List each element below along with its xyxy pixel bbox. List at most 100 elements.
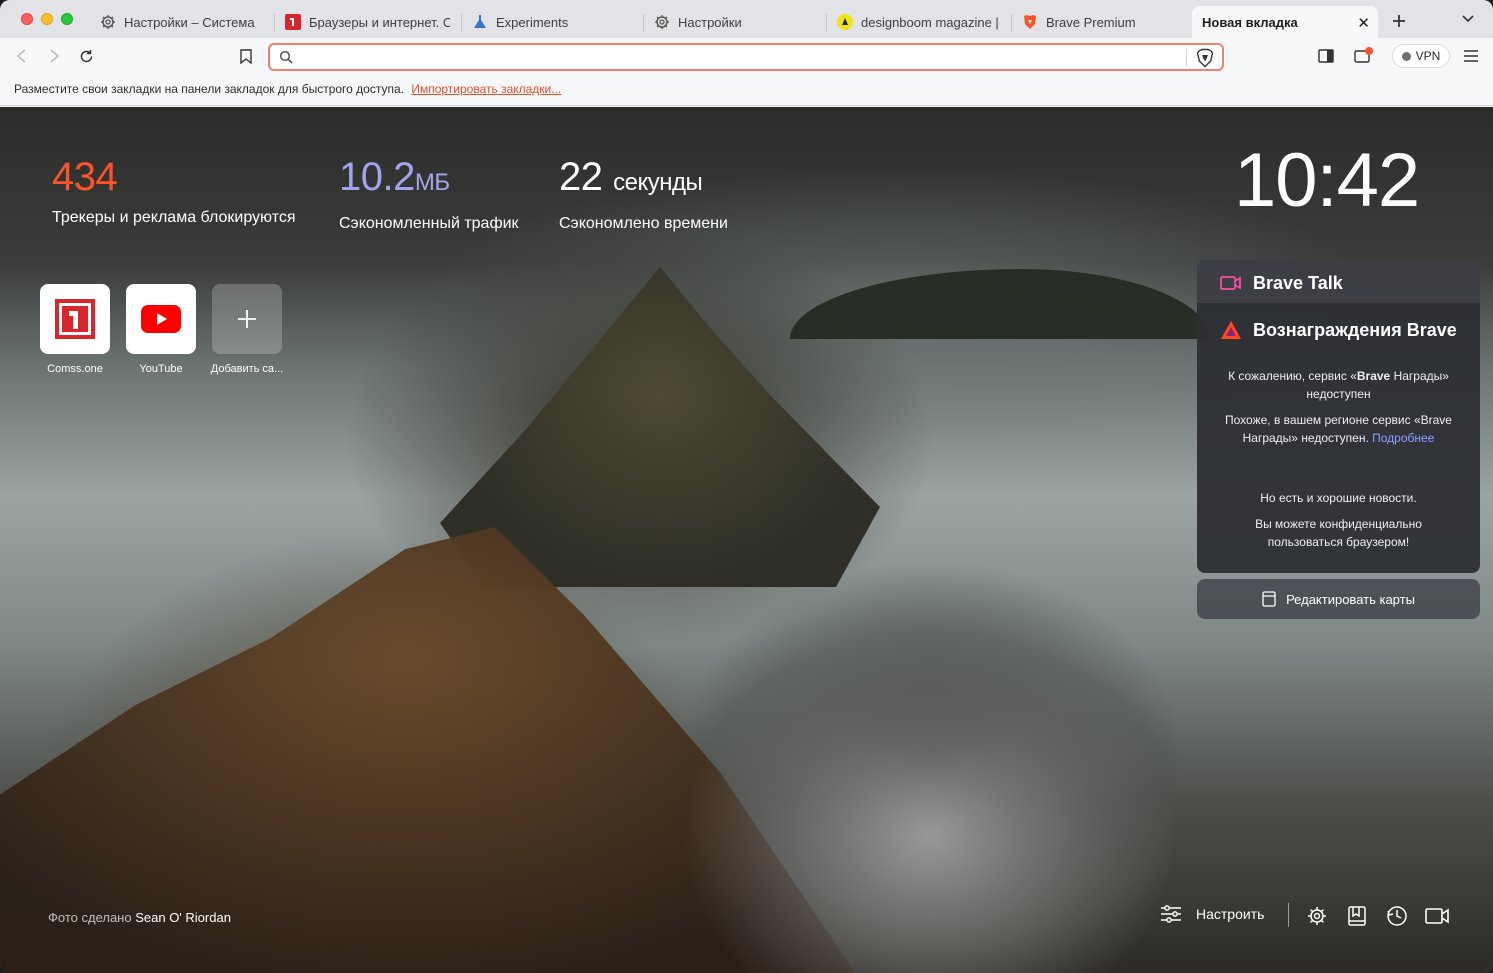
bat-triangle-icon (1220, 320, 1242, 345)
tab-settings[interactable]: Настройки (644, 6, 824, 38)
flask-icon (472, 14, 488, 30)
bookmark-icon (240, 48, 252, 64)
bookmarks-bar: Разместите свои закладки на панели закла… (0, 74, 1493, 106)
bandwidth-value: 10.2 (339, 155, 415, 199)
video-camera-icon (1220, 275, 1242, 296)
gear-icon (100, 14, 116, 30)
time-caption: Сэкономлено времени (559, 215, 728, 232)
wallet-button[interactable] (1354, 46, 1374, 66)
time-unit: секунды (613, 169, 703, 196)
bandwidth-caption: Сэкономленный трафик (339, 215, 519, 232)
comss-icon (285, 14, 301, 30)
brave-talk-button[interactable] (1425, 905, 1449, 927)
rewards-msg-text: К сожалению, сервис « (1228, 369, 1357, 383)
bookmarks-button[interactable] (1345, 905, 1369, 927)
customize-label: Настроить (1196, 906, 1265, 922)
video-camera-icon (1425, 908, 1449, 924)
tab-settings-system[interactable]: Настройки – Система (90, 6, 270, 38)
plus-icon (1393, 15, 1405, 27)
top-site-comss[interactable]: Comss.one (40, 284, 110, 375)
wallet-icon (1354, 47, 1373, 63)
tab-strip: Настройки – Система Браузеры и интернет.… (0, 0, 1493, 38)
tab-search-button[interactable] (1460, 12, 1476, 26)
cards-icon (1262, 591, 1276, 607)
reload-button[interactable] (76, 46, 96, 66)
settings-button[interactable] (1305, 905, 1329, 927)
top-site-name: Добавить са... (210, 363, 284, 375)
vpn-status-icon (1401, 51, 1411, 61)
background-photo-surf (680, 627, 1180, 973)
forward-arrow-icon (50, 49, 60, 63)
learn-more-link[interactable]: Подробнее (1372, 431, 1434, 445)
top-site-name: Comss.one (47, 363, 103, 375)
tab-new-tab[interactable]: Новая вкладка ✕ (1192, 6, 1378, 38)
tab-label: Experiments (496, 14, 569, 30)
window-maximize-button[interactable] (61, 13, 73, 25)
stat-time-saved: 22 секунды Сэкономлено времени (559, 155, 728, 233)
comss-icon (55, 299, 95, 339)
rewards-good-news: Но есть и хорошие новости. (1260, 491, 1417, 505)
top-site-tile[interactable] (40, 284, 110, 354)
rewards-msg-bold: Brave (1356, 369, 1391, 383)
edit-cards-button[interactable]: Редактировать карты (1197, 579, 1480, 619)
address-input[interactable] (300, 48, 1180, 66)
sliders-icon (1161, 905, 1181, 923)
window-close-button[interactable] (21, 13, 33, 25)
back-button[interactable] (12, 46, 32, 66)
tab-experiments[interactable]: Experiments (462, 6, 642, 38)
chevron-down-icon (1462, 15, 1474, 23)
history-button[interactable] (1385, 905, 1409, 927)
clock: 10:42 (1234, 138, 1420, 223)
tab-label: Настройки – Система (124, 14, 255, 30)
edit-cards-label: Редактировать карты (1286, 591, 1415, 607)
tab-label: Настройки (678, 14, 742, 30)
customize-button[interactable]: Настроить (1160, 905, 1264, 923)
gear-icon (1308, 907, 1326, 925)
add-site-tile[interactable] (212, 284, 282, 354)
import-bookmarks-link[interactable]: Импортировать закладки... (411, 82, 561, 96)
rewards-unavailable-message: К сожалению, сервис «Brave Награды» недо… (1217, 367, 1460, 403)
brave-rewards-card: Вознаграждения Brave К сожалению, сервис… (1197, 303, 1480, 573)
main-menu-button[interactable] (1461, 46, 1481, 66)
bookmark-button[interactable] (236, 46, 256, 66)
photo-credit-author[interactable]: Sean O' Riordan (135, 910, 231, 925)
tab-comss[interactable]: Браузеры и интернет. Сс (275, 6, 460, 38)
history-icon (1387, 906, 1407, 926)
tab-designboom[interactable]: designboom magazine | y (827, 6, 1010, 38)
browser-window: Настройки – Система Браузеры и интернет.… (0, 0, 1493, 973)
vpn-label: VPN (1415, 49, 1441, 63)
new-tab-button[interactable] (1389, 9, 1409, 34)
rewards-private-browsing-message: Вы можете конфиденциально пользоваться б… (1255, 517, 1422, 549)
trackers-count: 434 (52, 155, 118, 199)
tab-brave-premium[interactable]: Brave Premium (1012, 6, 1190, 38)
search-icon (279, 50, 293, 69)
plus-icon (238, 310, 256, 328)
top-site-tile[interactable] (126, 284, 196, 354)
top-site-youtube[interactable]: YouTube (126, 284, 196, 375)
bandwidth-unit: МБ (414, 169, 450, 196)
stat-bandwidth-saved: 10.2МБ Сэкономленный трафик (339, 155, 519, 233)
brave-shields-button[interactable] (1196, 48, 1214, 73)
photo-credit-prefix: Фото сделано (48, 910, 132, 925)
footer-divider (1288, 903, 1289, 927)
rewards-region-message: Похоже, в вашем регионе сервис «Brave На… (1217, 411, 1460, 447)
bookmarks-bar-message: Разместите свои закладки на панели закла… (14, 82, 404, 96)
tab-label: Brave Premium (1046, 14, 1136, 30)
trackers-caption: Трекеры и реклама блокируются (52, 209, 296, 226)
brave-rewards-title: Вознаграждения Brave (1253, 320, 1457, 340)
gear-icon (654, 14, 670, 30)
close-icon[interactable]: ✕ (1357, 14, 1370, 32)
top-site-add[interactable]: Добавить са... (211, 284, 283, 375)
background-photo-island (790, 269, 1210, 339)
stat-trackers-blocked: 434 Трекеры и реклама блокируются (52, 155, 296, 227)
sidebar-toggle-button[interactable] (1316, 46, 1336, 66)
window-minimize-button[interactable] (41, 13, 53, 25)
forward-button[interactable] (44, 46, 64, 66)
sidebar-icon (1318, 49, 1334, 63)
youtube-icon (141, 305, 181, 333)
tab-label: designboom magazine | y (861, 14, 1000, 30)
tab-label: Браузеры и интернет. Сс (309, 14, 450, 30)
address-bar[interactable] (268, 43, 1224, 71)
vpn-button[interactable]: VPN (1392, 44, 1450, 68)
tab-label: Новая вкладка (1202, 14, 1298, 30)
